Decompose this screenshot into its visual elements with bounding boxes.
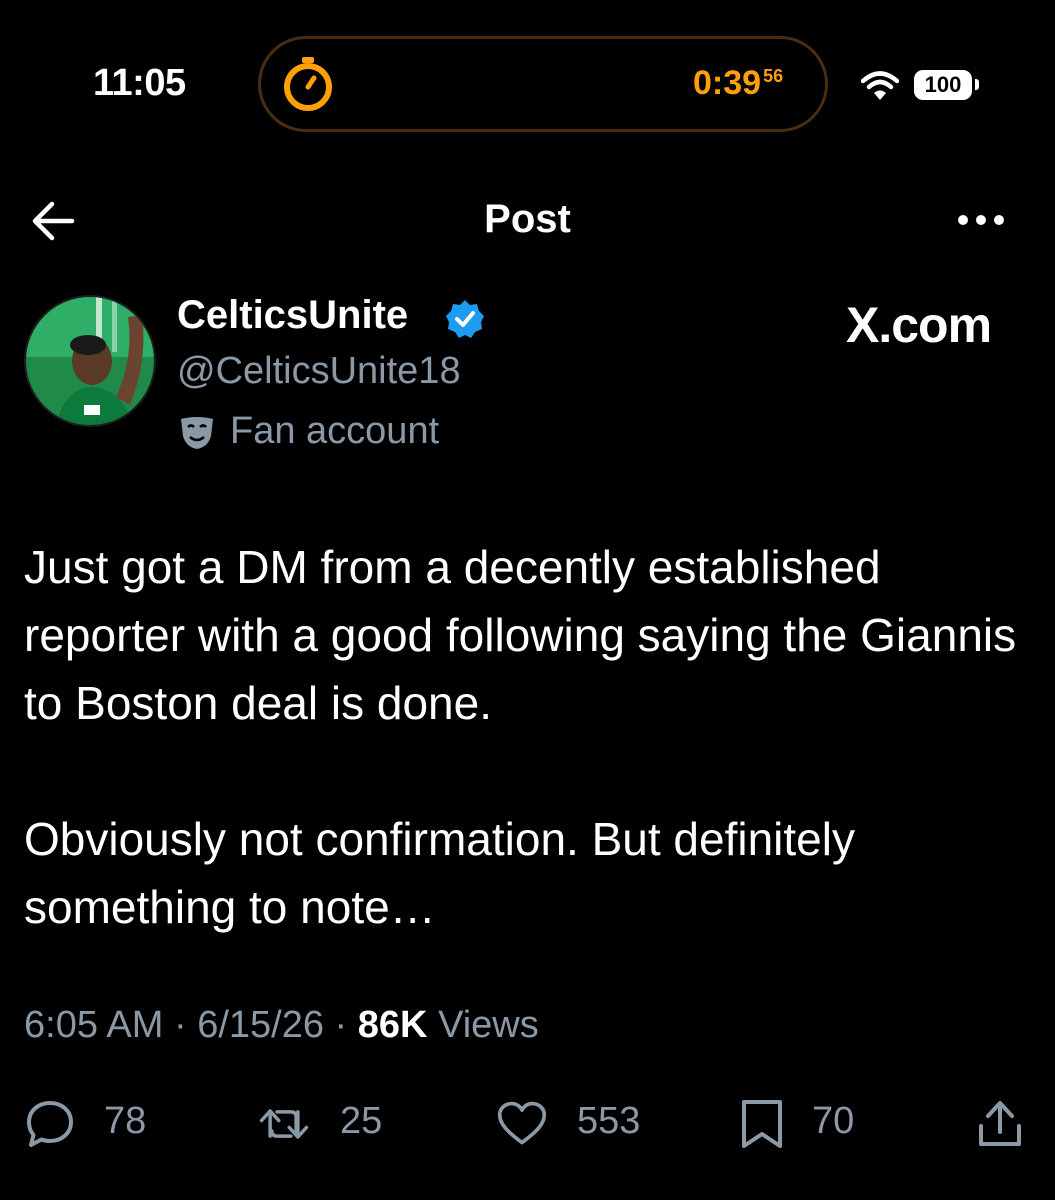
bookmark-count: 70 xyxy=(812,1100,855,1142)
more-options-icon[interactable] xyxy=(953,205,1009,235)
timer-readout: 0:39 56 xyxy=(693,64,783,103)
theater-mask-icon xyxy=(181,417,213,449)
timer-hundredths: 56 xyxy=(763,65,784,86)
bookmark-icon[interactable] xyxy=(736,1098,788,1150)
reply-icon[interactable] xyxy=(24,1098,76,1150)
battery-tip xyxy=(975,79,979,90)
like-count: 553 xyxy=(577,1100,641,1142)
avatar[interactable] xyxy=(24,295,156,427)
stopwatch-icon xyxy=(284,57,332,111)
post-time[interactable]: 6:05 AM xyxy=(24,1004,163,1046)
verified-badge-icon[interactable] xyxy=(444,298,486,340)
page-title: Post xyxy=(484,197,571,241)
status-time: 11:05 xyxy=(93,62,186,104)
timer-main: 0:39 xyxy=(693,64,762,102)
reply-count: 78 xyxy=(104,1100,147,1142)
post-date[interactable]: 6/15/26 xyxy=(197,1004,324,1046)
wifi-icon xyxy=(861,71,899,100)
post-meta: 6:05 AM · 6/15/26 · 86K Views xyxy=(24,1004,539,1046)
avatar-image xyxy=(26,297,154,425)
display-name[interactable]: CelticsUnite xyxy=(177,293,408,338)
user-handle[interactable]: @CelticsUnite18 xyxy=(177,350,461,393)
fan-account-label: Fan account xyxy=(230,410,440,452)
repost-count: 25 xyxy=(340,1100,383,1142)
share-icon[interactable] xyxy=(974,1098,1026,1150)
x-com-watermark: X.com xyxy=(846,297,992,353)
views-count: 86K xyxy=(357,1004,428,1046)
views-label: Views xyxy=(438,1004,539,1046)
repost-icon[interactable] xyxy=(258,1098,310,1150)
post-text: Just got a DM from a decently establishe… xyxy=(24,541,1017,933)
like-heart-icon[interactable] xyxy=(496,1098,548,1150)
battery-indicator: 100 xyxy=(914,70,972,100)
